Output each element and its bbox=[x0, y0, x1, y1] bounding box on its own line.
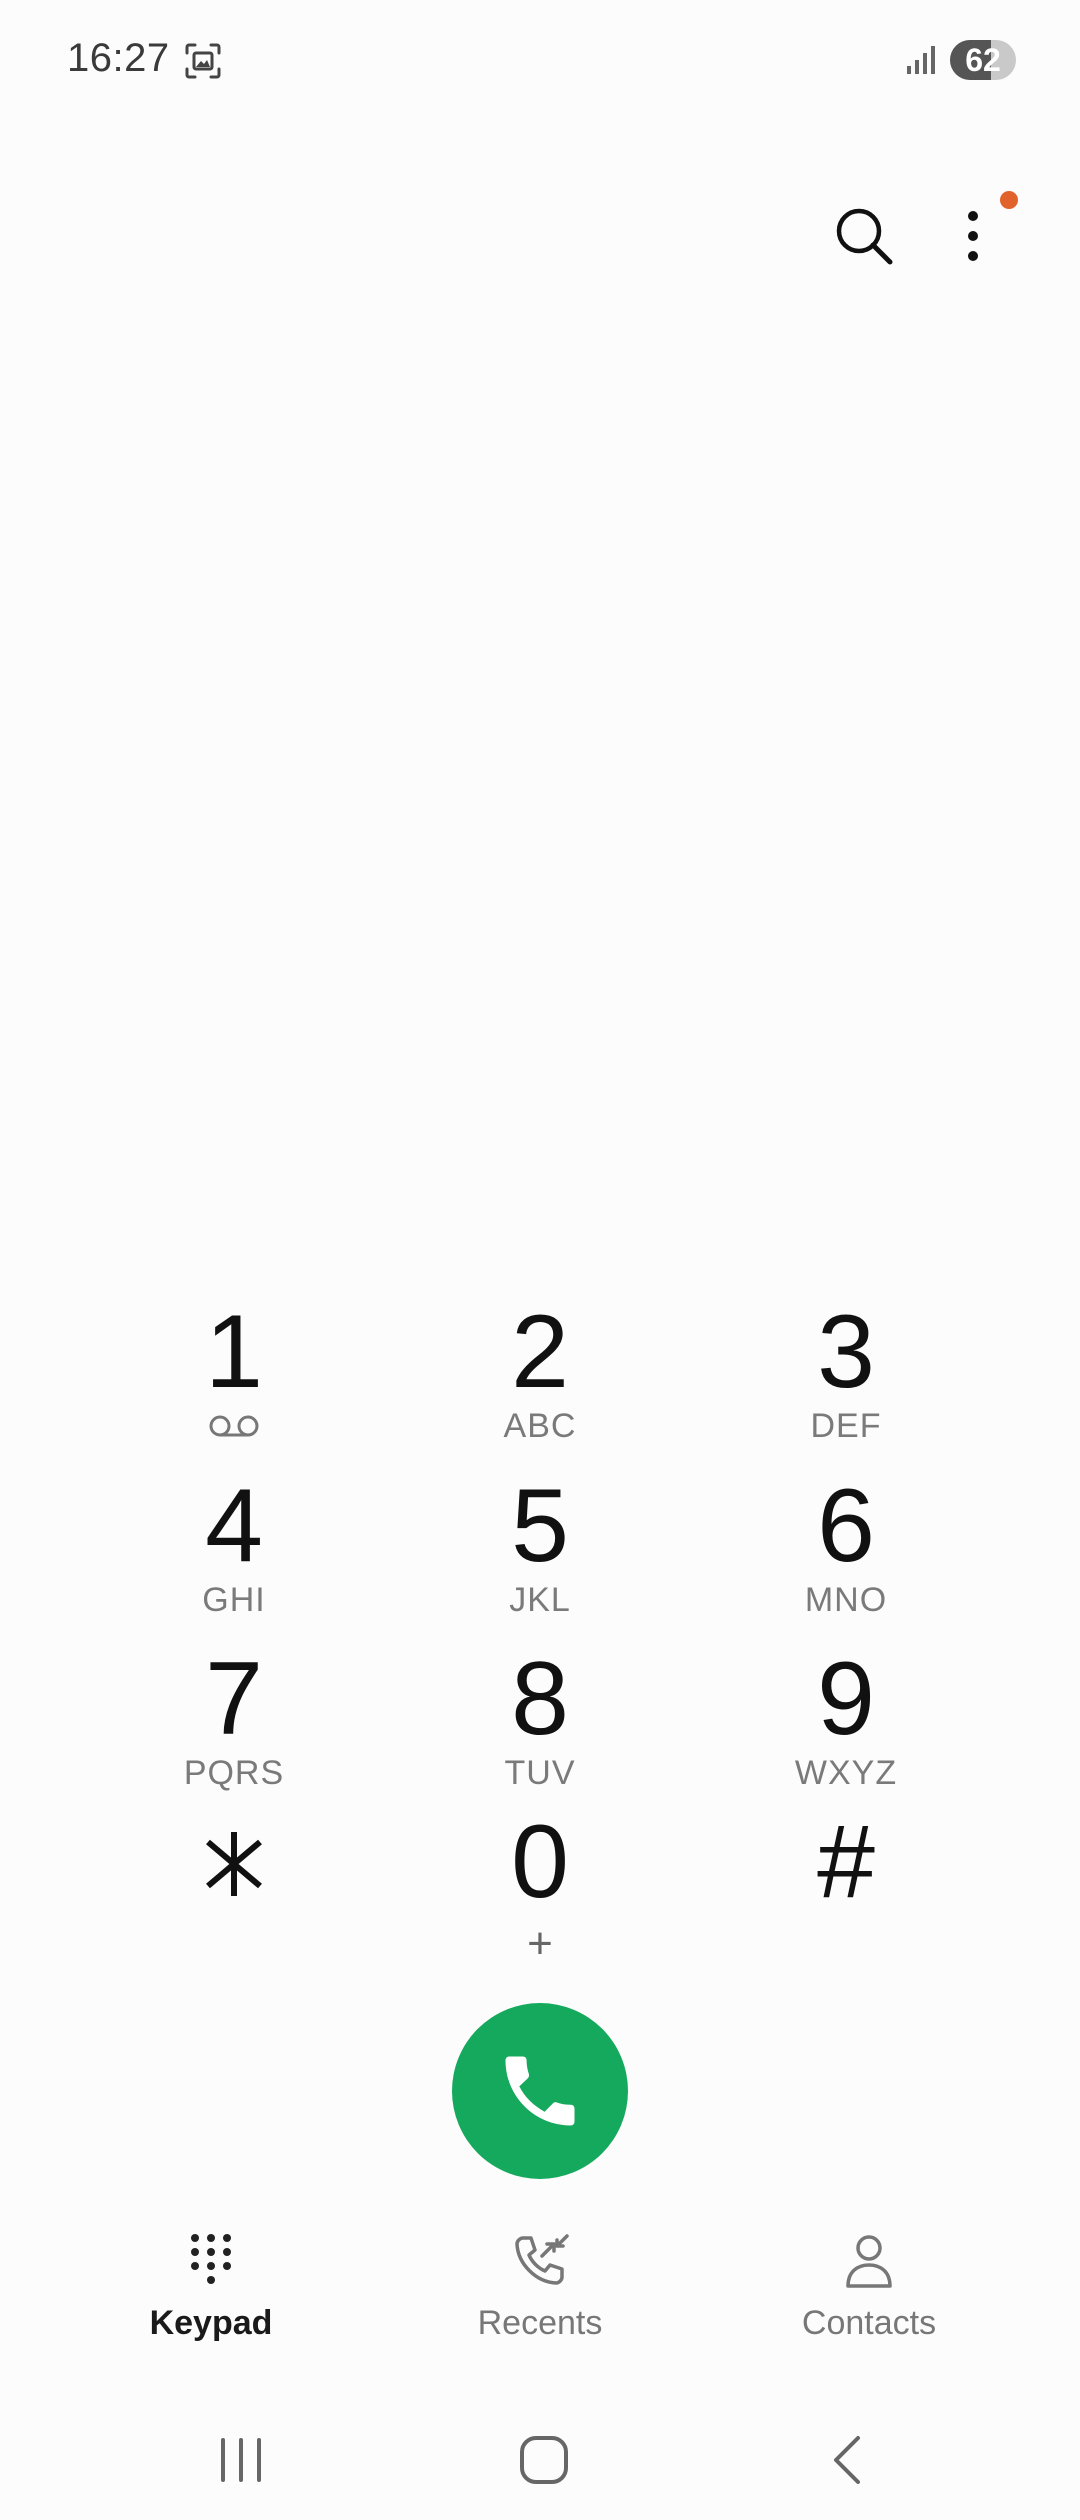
contacts-icon bbox=[846, 2235, 892, 2288]
bottom-navigation: Keypad Recents Contacts bbox=[0, 2220, 1080, 2360]
search-icon[interactable] bbox=[832, 204, 896, 268]
key-letters: + bbox=[527, 1919, 553, 1968]
call-button[interactable] bbox=[452, 2003, 628, 2179]
key-letters: GHI bbox=[202, 1581, 266, 1619]
tab-keypad[interactable]: Keypad bbox=[81, 2220, 341, 2360]
key-0[interactable]: 0 + bbox=[420, 1810, 660, 1980]
key-1[interactable]: 1 bbox=[114, 1300, 354, 1470]
home-icon[interactable] bbox=[504, 2430, 584, 2490]
tab-label: Contacts bbox=[801, 2304, 937, 2342]
tab-contacts[interactable]: Contacts bbox=[739, 2220, 999, 2360]
key-7[interactable]: 7 PQRS bbox=[114, 1647, 354, 1817]
key-letters: TUV bbox=[504, 1754, 576, 1792]
key-digit: 6 bbox=[817, 1468, 875, 1584]
key-digit: 7 bbox=[205, 1641, 263, 1757]
screenshot-icon bbox=[185, 43, 221, 79]
key-letters: DEF bbox=[810, 1407, 882, 1445]
key-6[interactable]: 6 MNO bbox=[726, 1474, 966, 1644]
key-letters: ABC bbox=[503, 1407, 577, 1445]
asterisk-icon bbox=[206, 1832, 262, 1896]
key-digit: 2 bbox=[511, 1294, 569, 1410]
key-digit: # bbox=[817, 1804, 875, 1920]
more-vertical-icon[interactable] bbox=[948, 204, 998, 268]
key-letters: MNO bbox=[804, 1581, 888, 1619]
key-digit: 0 bbox=[511, 1804, 569, 1920]
key-digit: 9 bbox=[817, 1641, 875, 1757]
notification-dot bbox=[1000, 191, 1018, 209]
tab-label: Keypad bbox=[149, 2304, 273, 2342]
key-4[interactable]: 4 GHI bbox=[114, 1474, 354, 1644]
signal-icon bbox=[907, 46, 935, 74]
recent-apps-icon[interactable] bbox=[201, 2430, 281, 2490]
keypad-icon bbox=[191, 2234, 231, 2284]
tab-recents[interactable]: Recents bbox=[410, 2220, 670, 2360]
key-digit: 8 bbox=[511, 1641, 569, 1757]
key-digit: 4 bbox=[205, 1468, 263, 1584]
system-navigation-bar bbox=[0, 2410, 1080, 2510]
status-bar: 16:27 62 bbox=[0, 0, 1080, 120]
key-8[interactable]: 8 TUV bbox=[420, 1647, 660, 1817]
back-icon[interactable] bbox=[808, 2430, 888, 2490]
recents-icon bbox=[515, 2234, 569, 2285]
key-letters: WXYZ bbox=[794, 1754, 898, 1792]
key-3[interactable]: 3 DEF bbox=[726, 1300, 966, 1470]
phone-icon bbox=[505, 2056, 575, 2126]
key-digit: 3 bbox=[817, 1294, 875, 1410]
key-hash[interactable]: # bbox=[726, 1810, 966, 1980]
key-letters: JKL bbox=[509, 1581, 571, 1619]
key-digit: 1 bbox=[205, 1294, 263, 1410]
key-digit: 5 bbox=[511, 1468, 569, 1584]
key-5[interactable]: 5 JKL bbox=[420, 1474, 660, 1644]
key-9[interactable]: 9 WXYZ bbox=[726, 1647, 966, 1817]
voicemail-icon bbox=[209, 1415, 259, 1437]
battery-level: 62 bbox=[965, 41, 1001, 78]
tab-label: Recents bbox=[477, 2304, 603, 2342]
key-asterisk[interactable] bbox=[114, 1810, 354, 1980]
battery-icon: 62 bbox=[950, 40, 1016, 80]
key-2[interactable]: 2 ABC bbox=[420, 1300, 660, 1470]
key-letters: PQRS bbox=[183, 1754, 285, 1792]
status-time: 16:27 bbox=[67, 36, 170, 80]
